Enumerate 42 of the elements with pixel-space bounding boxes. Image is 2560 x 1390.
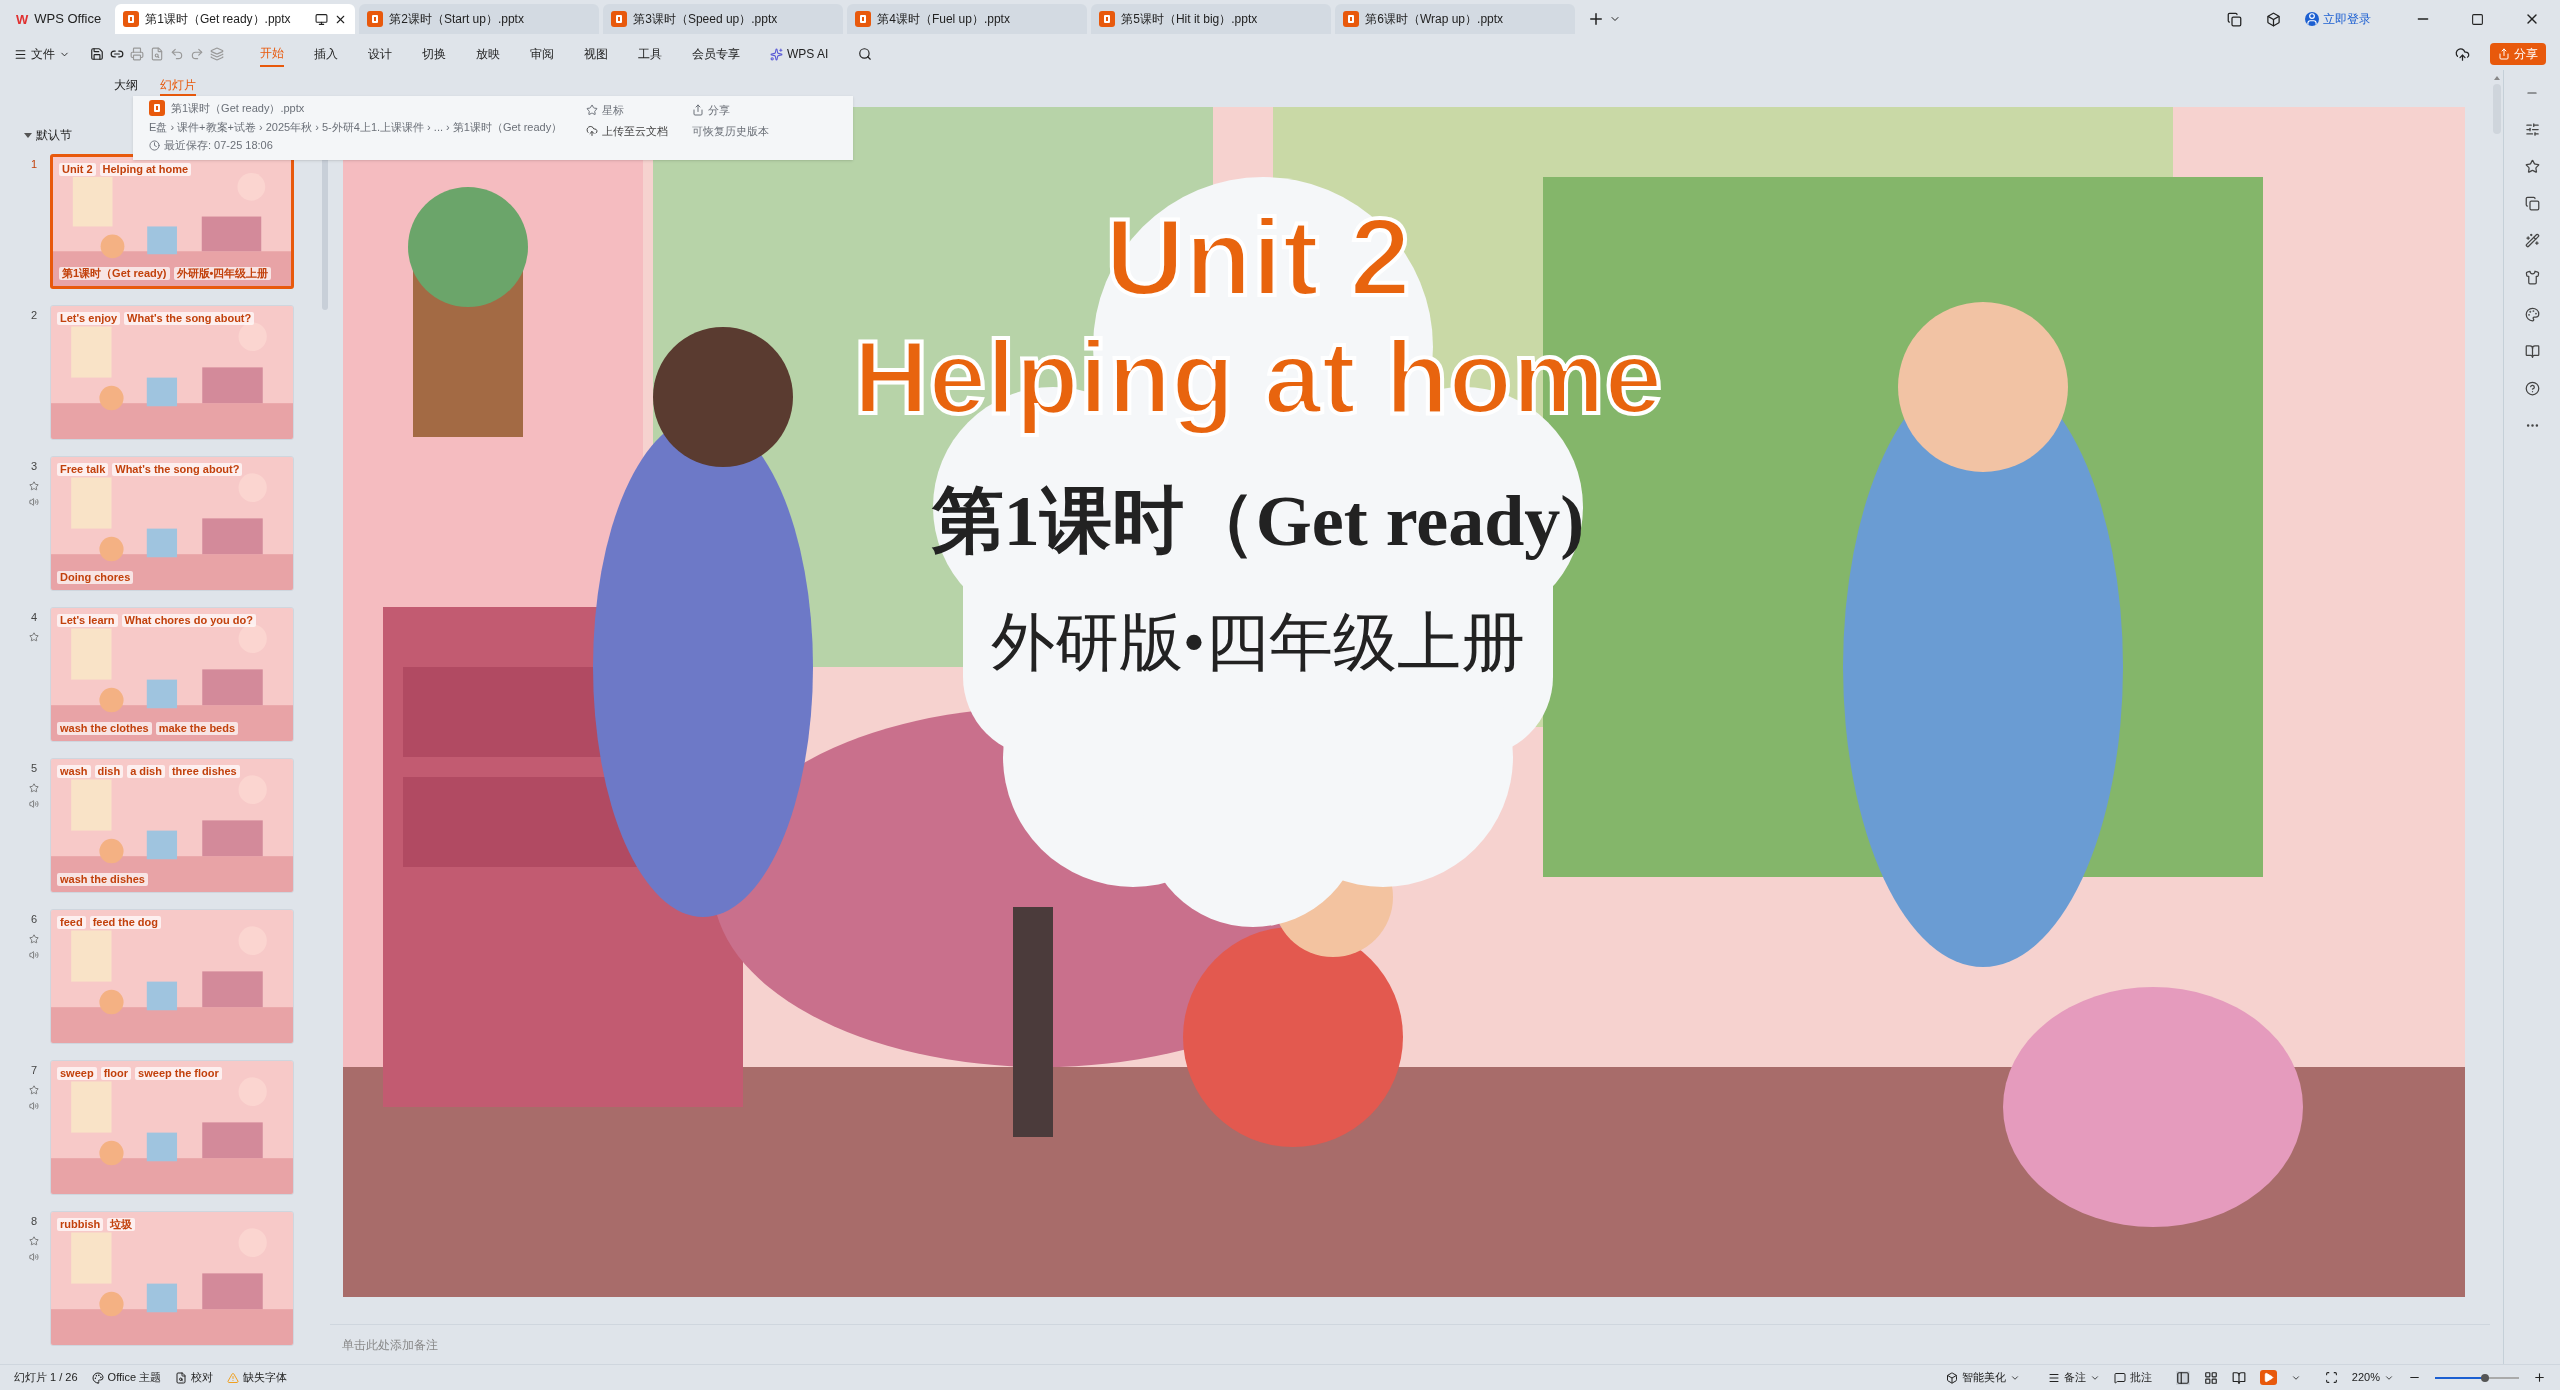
slide-number: 2 <box>30 308 38 323</box>
thumbnail-text: a dish <box>127 765 165 778</box>
slide-number: 5 <box>30 761 38 776</box>
slide-number: 4 <box>30 610 38 625</box>
thumbnail-text: 外研版•四年级上册 <box>173 267 272 280</box>
unit-title: Unit 2 <box>1105 197 1411 317</box>
file-path: E盘 › 课件+教案+试卷 › 2025年秋 › 5-外研4上1.上课课件 › ... › 第1课时（Get ready） <box>149 119 563 135</box>
thumbnail-text: make the beds <box>155 722 239 735</box>
thumbnail-text: Doing chores <box>57 571 134 584</box>
thumbnail-text: sweep the floor <box>135 1067 222 1080</box>
thumbnail-text: Helping at home <box>99 163 192 176</box>
slide-number: 3 <box>30 459 38 474</box>
thumbnail-text: 第1课时（Get ready) <box>59 267 170 280</box>
slide-title: Helping at home <box>853 318 1663 437</box>
slide-number: 7 <box>30 1063 38 1078</box>
edition-text: 外研版•四年级上册 <box>990 606 1526 680</box>
thumbnail-text: What chores do you do? <box>121 614 256 627</box>
thumbnail-text: Let's enjoy <box>57 312 121 325</box>
thumbnail-text: rubbish <box>57 1218 104 1231</box>
thumbnail-text: 垃圾 <box>107 1218 136 1231</box>
lesson-title: 第1课时（Get ready) <box>931 480 1585 563</box>
thumbnail-text: wash the dishes <box>57 873 148 886</box>
wps-logo-icon: W <box>16 12 29 26</box>
slide-counter: 幻灯片 1 / 26 <box>14 1370 78 1386</box>
thumbnail-text: What's the song about? <box>112 463 243 476</box>
slide-number: 1 <box>30 157 38 172</box>
slide-number: 8 <box>30 1214 38 1229</box>
file-name: 第1课时（Get ready）.pptx <box>171 101 305 116</box>
thumbnail-text: three dishes <box>168 765 240 778</box>
thumbnail-text: feed <box>57 916 86 929</box>
thumbnail-text: What's the song about? <box>124 312 255 325</box>
thumbnail-text: wash <box>57 765 91 778</box>
last-saved: 最近保存: 07-25 18:06 <box>149 137 563 154</box>
thumbnail-text: wash the clothes <box>57 722 152 735</box>
thumbnail-text: Unit 2 <box>59 163 96 176</box>
slide-number: 6 <box>30 912 38 927</box>
thumbnail-text: feed the dog <box>89 916 161 929</box>
thumbnail-text: Free talk <box>57 463 109 476</box>
thumbnail-text: floor <box>100 1067 132 1080</box>
thumbnail-text: sweep <box>57 1067 97 1080</box>
thumbnail-text: Let's learn <box>57 614 118 627</box>
thumbnail-text: dish <box>94 765 124 778</box>
